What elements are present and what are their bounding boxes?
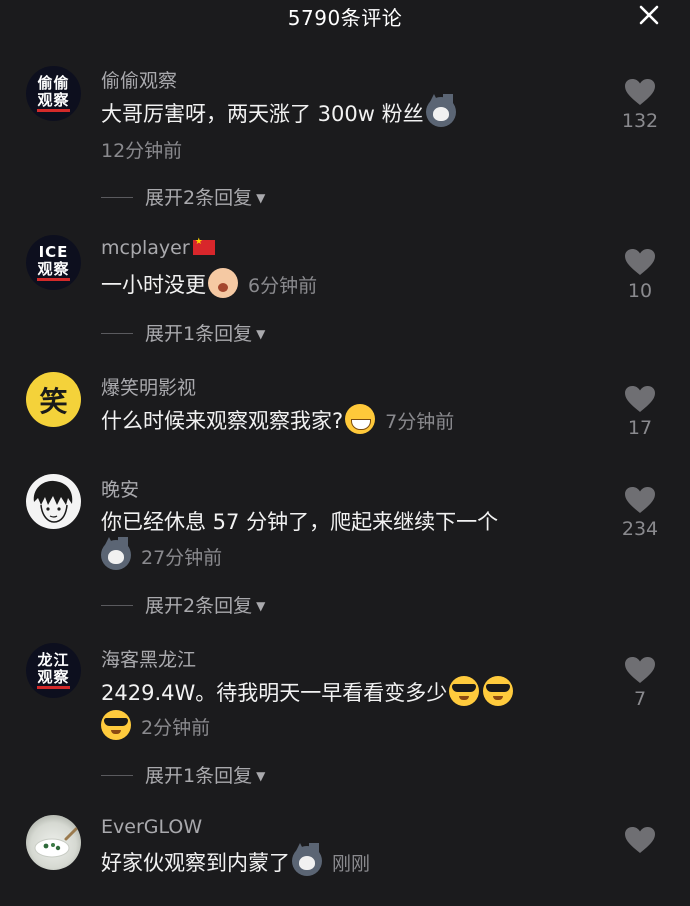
timestamp: 6分钟前 <box>248 275 318 297</box>
heart-icon <box>625 249 655 275</box>
like-count: 234 <box>621 518 659 540</box>
comment-text: 一小时没更 6分钟前 <box>101 268 317 302</box>
heart-icon <box>625 386 655 412</box>
husky-face-emoji <box>292 843 322 876</box>
like-count: 10 <box>627 280 653 302</box>
comment-text: 什么时候来观察观察我家? 7分钟前 <box>101 404 454 438</box>
comment-body: 好家伙观察到内蒙了 <box>101 851 290 875</box>
timestamp: 27分钟前 <box>141 547 223 569</box>
comment-body: 2429.4W。待我明天一早看看变多少 <box>101 681 448 705</box>
divider <box>101 197 133 198</box>
avatar[interactable]: ICE 观察 <box>26 235 81 290</box>
like-count: 7 <box>633 688 647 710</box>
expand-replies-button[interactable]: 展开1条回复 ▼ <box>101 761 265 788</box>
heart-icon <box>625 657 655 683</box>
like-button[interactable]: 7 <box>608 656 672 710</box>
grinning-sweat-emoji <box>345 404 376 434</box>
husky-face-emoji <box>425 94 456 127</box>
comment-text: 2429.4W。待我明天一早看看变多少 <box>101 676 515 709</box>
caret-down-icon: ▼ <box>256 191 266 205</box>
sunglasses-emoji <box>101 710 131 740</box>
comment-meta: 2分钟前 <box>101 710 210 740</box>
username[interactable]: 晚安 <box>101 475 139 502</box>
like-button[interactable]: 132 <box>608 78 672 132</box>
username[interactable]: 海客黑龙江 <box>101 645 196 672</box>
timestamp: 12分钟前 <box>101 140 183 162</box>
comment-body: 一小时没更 <box>101 273 206 297</box>
comment-body: 大哥厉害呀，两天涨了 300w 粉丝 <box>101 102 424 126</box>
avatar[interactable]: 偷偷 观察 <box>26 66 81 121</box>
divider <box>101 333 133 334</box>
close-button[interactable] <box>634 0 664 30</box>
comment-meta: 27分钟前 <box>101 537 223 570</box>
like-button[interactable]: 10 <box>608 248 672 302</box>
sunglasses-emoji <box>449 676 480 706</box>
like-count: 17 <box>627 417 653 439</box>
caret-down-icon: ▼ <box>256 599 266 613</box>
divider <box>101 775 133 776</box>
caret-down-icon: ▼ <box>256 327 266 341</box>
expand-replies-button[interactable]: 展开1条回复 ▼ <box>101 319 265 346</box>
like-count: 132 <box>621 110 659 132</box>
divider <box>101 605 133 606</box>
timestamp: 刚刚 <box>332 853 371 875</box>
sunglasses-emoji <box>483 676 514 706</box>
timestamp: 2分钟前 <box>141 717 211 739</box>
username[interactable]: 爆笑明影视 <box>101 373 196 400</box>
comments-header: 5790条评论 <box>0 0 690 30</box>
avatar[interactable]: 笑 <box>26 372 81 427</box>
comment-text: 你已经休息 57 分钟了，爬起来继续下一个 <box>101 506 498 538</box>
china-flag-icon <box>192 237 215 255</box>
expand-replies-button[interactable]: 展开2条回复 ▼ <box>101 183 265 210</box>
username[interactable]: EverGLOW <box>101 816 202 838</box>
heart-icon <box>625 827 655 853</box>
heart-icon <box>625 79 655 105</box>
comment-text: 好家伙观察到内蒙了 刚刚 <box>101 843 371 880</box>
husky-face-emoji <box>101 537 131 570</box>
like-button[interactable]: 234 <box>608 486 672 540</box>
heart-icon <box>625 487 655 513</box>
timestamp: 7分钟前 <box>385 411 455 433</box>
avatar[interactable] <box>26 474 81 529</box>
like-button[interactable] <box>608 826 672 858</box>
comment-body: 你已经休息 57 分钟了，爬起来继续下一个 <box>101 510 499 534</box>
caret-down-icon: ▼ <box>256 769 266 783</box>
close-icon <box>639 5 659 25</box>
avatar[interactable]: 龙江 观察 <box>26 643 81 698</box>
comment-body: 什么时候来观察观察我家? <box>101 409 344 433</box>
avatar[interactable] <box>26 815 81 870</box>
crying-cat-emoji <box>208 268 238 298</box>
anime-sketch-avatar <box>33 480 73 523</box>
comment-text: 大哥厉害呀，两天涨了 300w 粉丝 <box>101 94 458 130</box>
like-button[interactable]: 17 <box>608 385 672 439</box>
expand-replies-button[interactable]: 展开2条回复 ▼ <box>101 591 265 618</box>
username[interactable]: 偷偷观察 <box>101 66 177 93</box>
food-bowl-photo-avatar <box>34 827 78 858</box>
comment-count-title: 5790条评论 <box>287 6 403 30</box>
username[interactable]: mcplayer <box>101 237 215 259</box>
